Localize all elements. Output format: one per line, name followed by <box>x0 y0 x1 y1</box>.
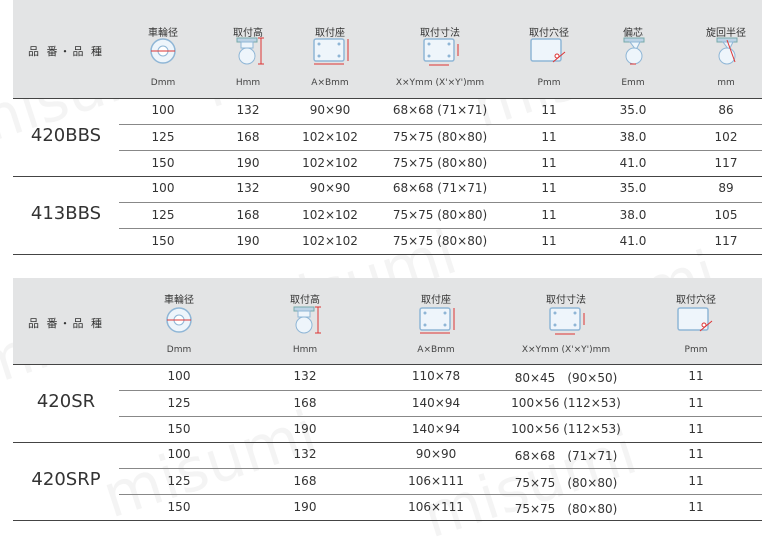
table-row: 125 168 102×102 75×75 (80×80) 11 38.0 102 <box>119 124 762 151</box>
caster-spec-table-swivel: 品 番・品 種 車輪径 Dmm 取付高 Hmm 取付座 A×Bmm 取付寸法 X×Ymm (X… <box>13 0 762 256</box>
table-cell: 117 <box>714 156 738 170</box>
column-header: 旋回半径 mm <box>666 0 762 98</box>
table-row: 125 168 106×111 75×75 (80×80) 11 <box>119 468 762 495</box>
table-row: 150 190 106×111 75×75 (80×80) 11 <box>119 494 762 521</box>
wheel-diameter-icon <box>119 305 239 335</box>
table-row: 150 190 102×102 75×75 (80×80) 11 41.0 117 <box>119 150 762 177</box>
product-name-header: 品 番・品 種 <box>28 317 104 330</box>
column-header: 取付穴径 Pmm <box>636 278 756 364</box>
column-unit: Pmm <box>684 345 708 355</box>
swivel-radius-icon <box>666 36 762 66</box>
table-cell: 11 <box>688 396 704 410</box>
table-cell: 11 <box>688 369 704 383</box>
table-header: 品 番・品 種 車輪径 Dmm 取付高 Hmm 取付座 A×Bmm 取付寸法 X×Ymm (X… <box>13 278 762 364</box>
column-header: 取付寸法 X×Ymm (X'×Y')mm <box>380 0 500 98</box>
mount-dimension-icon <box>506 305 626 337</box>
column-unit: Hmm <box>292 345 318 355</box>
column-title: 取付座 <box>421 295 451 306</box>
column-unit: X×Ymm (X'×Y')mm <box>395 78 485 88</box>
table-row: 150 190 102×102 75×75 (80×80) 11 41.0 117 <box>119 228 762 255</box>
column-header: 取付座 A×Bmm <box>376 278 496 364</box>
table-cell: 11 <box>688 500 704 514</box>
mount-plate-icon <box>270 36 390 66</box>
group-divider <box>13 520 762 521</box>
table-row: 125 168 102×102 75×75 (80×80) 11 38.0 105 <box>119 202 762 229</box>
header-divider <box>13 364 762 365</box>
table-row: 100 132 90×90 68×68 (71×71) 11 <box>119 442 762 468</box>
column-unit: mm <box>717 78 735 88</box>
table-row: 150 190 140×94 100×56 (112×53) 11 <box>119 416 762 443</box>
mount-dimension-icon <box>380 36 500 68</box>
caster-spec-table-fixed: 品 番・品 種 車輪径 Dmm 取付高 Hmm 取付座 A×Bmm 取付寸法 X×Ymm (X… <box>13 278 762 534</box>
header-divider <box>13 98 762 99</box>
column-unit: A×Bmm <box>311 78 349 88</box>
table-cell: 11 <box>688 474 704 488</box>
column-title: 車輪径 <box>164 295 194 306</box>
column-unit: Dmm <box>166 345 192 355</box>
column-title: 取付穴径 <box>676 295 716 306</box>
table-row: 100 132 90×90 68×68 (71×71) 11 35.0 86 <box>119 98 762 124</box>
table-cell: 105 <box>714 208 738 222</box>
column-header: 車輪径 Dmm <box>119 278 239 364</box>
table-cell: 89 <box>718 181 734 195</box>
table-cell: 102 <box>714 130 738 144</box>
column-header: 取付座 A×Bmm <box>270 0 390 98</box>
table-row: 100 132 90×90 68×68 (71×71) 11 35.0 89 <box>119 176 762 202</box>
column-header: 取付寸法 X×Ymm (X'×Y')mm <box>506 278 626 364</box>
column-unit: A×Bmm <box>417 345 455 355</box>
table-cell: 117 <box>714 234 738 248</box>
hole-diameter-icon <box>636 305 756 335</box>
column-header: 取付高 Hmm <box>245 278 365 364</box>
table-cell: 11 <box>688 447 704 461</box>
mount-height-icon <box>245 305 365 335</box>
column-title: 取付寸法 <box>546 295 586 306</box>
column-title: 取付高 <box>290 295 320 306</box>
table-row: 125 168 140×94 100×56 (112×53) 11 <box>119 390 762 417</box>
table-header: 品 番・品 種 車輪径 Dmm 取付高 Hmm 取付座 A×Bmm 取付寸法 X×Ymm (X… <box>13 0 762 98</box>
table-row: 100 132 110×78 80×45 (90×50) 11 <box>119 364 762 390</box>
table-cell: 11 <box>688 422 704 436</box>
table-cell: 86 <box>718 103 734 117</box>
group-divider <box>13 254 762 255</box>
column-unit: X×Ymm (X'×Y')mm <box>521 345 611 355</box>
mount-plate-icon <box>376 305 496 335</box>
